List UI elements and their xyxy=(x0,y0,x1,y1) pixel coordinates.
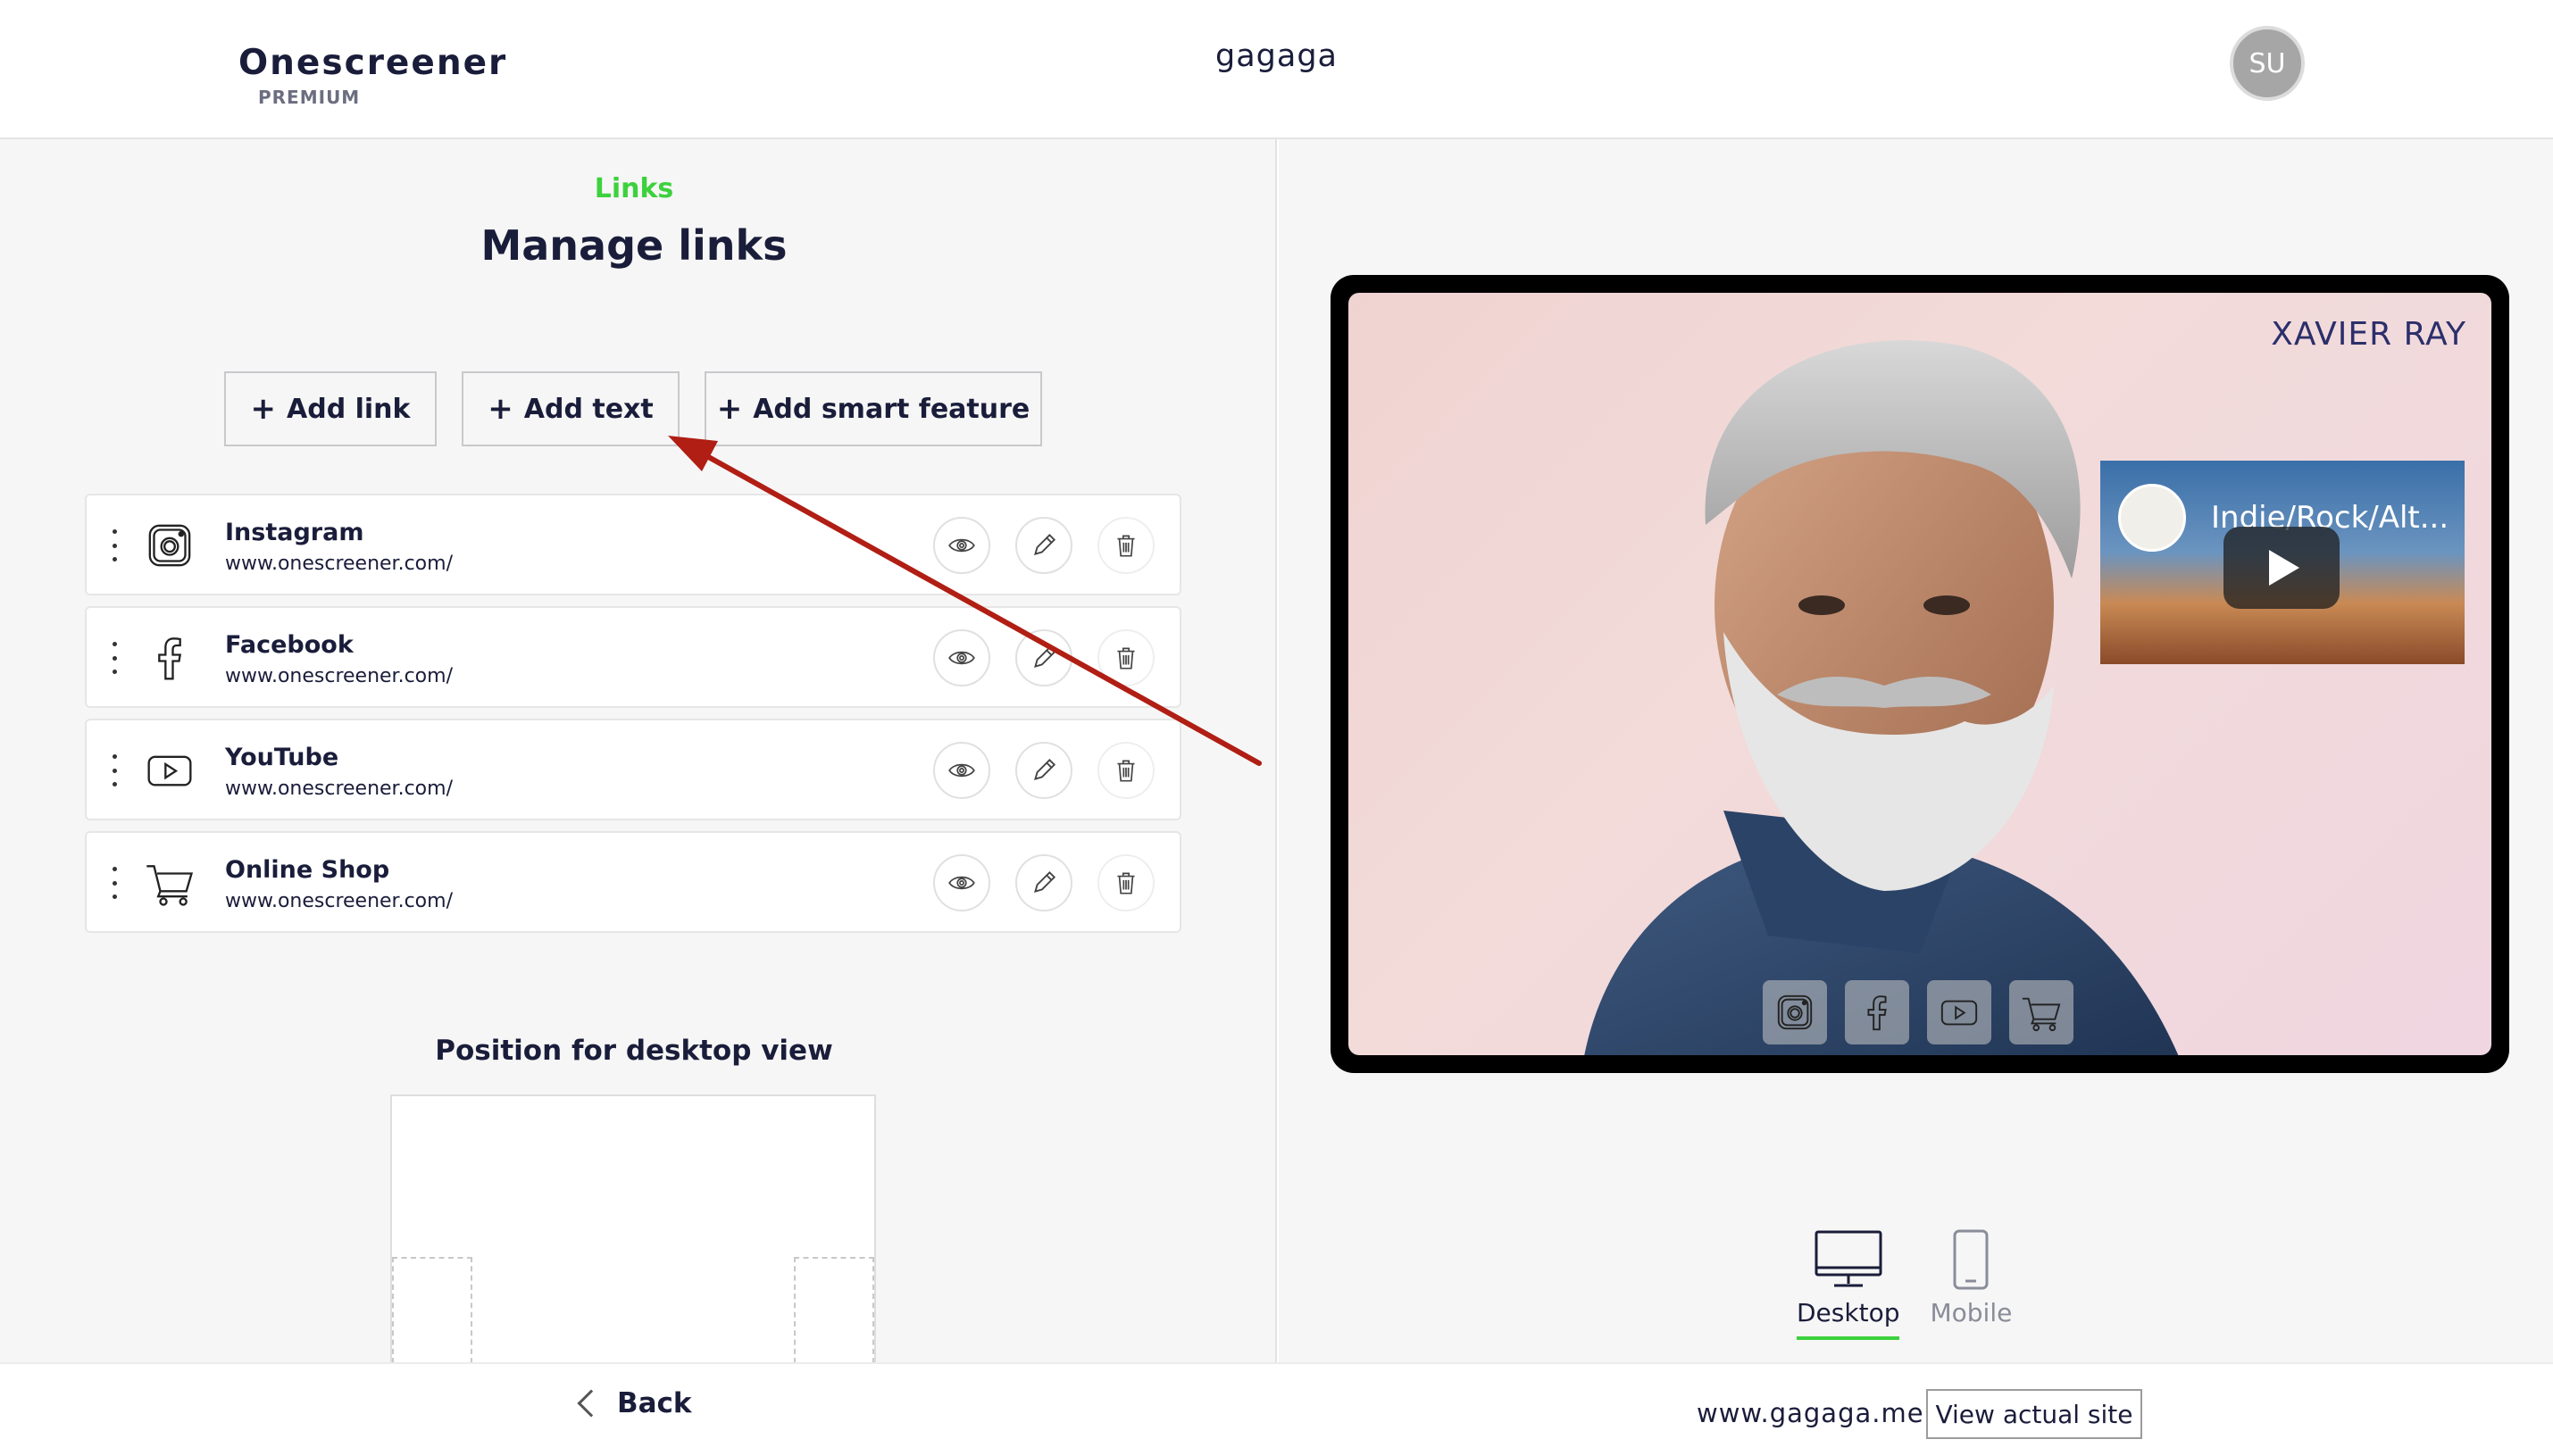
add-smart-feature-label: Add smart feature xyxy=(753,393,1030,425)
eye-icon[interactable] xyxy=(933,517,990,574)
back-label: Back xyxy=(617,1387,692,1419)
chevron-left-icon xyxy=(577,1389,605,1418)
link-title: Instagram xyxy=(225,519,364,546)
view-switch: Desktop Mobile xyxy=(1797,1228,2012,1340)
drag-handle-icon[interactable] xyxy=(110,867,119,899)
cart-icon xyxy=(145,858,195,908)
trash-icon[interactable] xyxy=(1097,629,1155,686)
preview-panel: XAVIER RAY Indie/Rock/Alt... Desktop Mob… xyxy=(1279,139,2553,1362)
channel-avatar xyxy=(2118,484,2186,552)
add-text-label: Add text xyxy=(523,393,654,425)
plus-icon: + xyxy=(716,391,743,427)
add-link-label: Add link xyxy=(287,393,411,425)
cart-icon[interactable] xyxy=(2009,980,2073,1044)
play-button[interactable] xyxy=(2223,527,2340,609)
monitor-icon xyxy=(1815,1230,1882,1287)
link-row-facebook[interactable]: Facebook www.onescreener.com/ xyxy=(85,606,1181,708)
link-url: www.onescreener.com/ xyxy=(225,778,453,800)
play-icon xyxy=(2269,550,2299,586)
video-embed[interactable]: Indie/Rock/Alt... xyxy=(2100,461,2465,664)
plus-icon: + xyxy=(250,391,277,427)
instagram-icon[interactable] xyxy=(1763,980,1827,1044)
position-title: Position for desktop view xyxy=(435,1035,833,1067)
drag-handle-icon[interactable] xyxy=(110,642,119,674)
top-header: Onescreener PREMIUM gagaga SU xyxy=(0,0,2553,139)
add-text-button[interactable]: + Add text xyxy=(462,371,680,446)
trash-icon[interactable] xyxy=(1097,517,1155,574)
link-url: www.onescreener.com/ xyxy=(225,665,453,687)
preview-screen: XAVIER RAY Indie/Rock/Alt... xyxy=(1348,293,2491,1055)
link-url: www.onescreener.com/ xyxy=(225,553,453,575)
instagram-icon xyxy=(145,520,195,570)
link-title: YouTube xyxy=(225,744,339,771)
eye-icon[interactable] xyxy=(933,854,990,911)
drag-handle-icon[interactable] xyxy=(110,754,119,786)
pencil-icon[interactable] xyxy=(1015,742,1072,799)
position-selector[interactable] xyxy=(390,1094,876,1362)
site-name: gagaga xyxy=(1215,38,1338,74)
plus-icon: + xyxy=(488,391,513,427)
device-frame: XAVIER RAY Indie/Rock/Alt... xyxy=(1331,275,2509,1073)
portrait-image xyxy=(1584,340,2179,1055)
link-row-youtube[interactable]: YouTube www.onescreener.com/ xyxy=(85,719,1181,820)
pencil-icon[interactable] xyxy=(1015,517,1072,574)
drag-handle-icon[interactable] xyxy=(110,529,119,562)
logo-tier: PREMIUM xyxy=(258,87,361,108)
section-label: Links xyxy=(594,173,674,204)
facebook-icon[interactable] xyxy=(1845,980,1909,1044)
view-mobile-label: Mobile xyxy=(1930,1298,2013,1327)
page-title: Manage links xyxy=(480,221,788,270)
editor-panel: Links Manage links + Add link + Add text… xyxy=(0,139,1277,1362)
youtube-icon[interactable] xyxy=(1927,980,1991,1044)
add-smart-feature-button[interactable]: + Add smart feature xyxy=(705,371,1042,446)
youtube-icon xyxy=(145,745,195,795)
pencil-icon[interactable] xyxy=(1015,629,1072,686)
view-actual-site-button[interactable]: View actual site xyxy=(1926,1389,2142,1439)
footer-bar: Back www.gagaga.me View actual site xyxy=(0,1362,2553,1456)
link-row-online-shop[interactable]: Online Shop www.onescreener.com/ xyxy=(85,831,1181,933)
link-title: Online Shop xyxy=(225,856,390,884)
add-link-button[interactable]: + Add link xyxy=(224,371,437,446)
back-button[interactable]: Back xyxy=(577,1387,692,1419)
view-desktop[interactable]: Desktop xyxy=(1797,1228,1900,1340)
trash-icon[interactable] xyxy=(1097,742,1155,799)
trash-icon[interactable] xyxy=(1097,854,1155,911)
phone-icon xyxy=(1953,1229,1989,1290)
pencil-icon[interactable] xyxy=(1015,854,1072,911)
position-slot-left[interactable] xyxy=(392,1257,472,1362)
link-title: Facebook xyxy=(225,631,354,659)
link-list: Instagram www.onescreener.com/ Facebook … xyxy=(85,494,1181,944)
site-domain: www.gagaga.me xyxy=(1697,1398,1924,1428)
eye-icon[interactable] xyxy=(933,742,990,799)
position-slot-right[interactable] xyxy=(794,1257,874,1362)
preview-site-title: XAVIER RAY xyxy=(2271,316,2466,353)
facebook-icon xyxy=(145,633,195,683)
view-desktop-label: Desktop xyxy=(1797,1298,1900,1340)
preview-social-bar xyxy=(1763,980,2073,1044)
link-row-instagram[interactable]: Instagram www.onescreener.com/ xyxy=(85,494,1181,595)
link-url: www.onescreener.com/ xyxy=(225,890,453,912)
view-mobile[interactable]: Mobile xyxy=(1930,1228,2012,1340)
avatar[interactable]: SU xyxy=(2230,26,2305,101)
eye-icon[interactable] xyxy=(933,629,990,686)
